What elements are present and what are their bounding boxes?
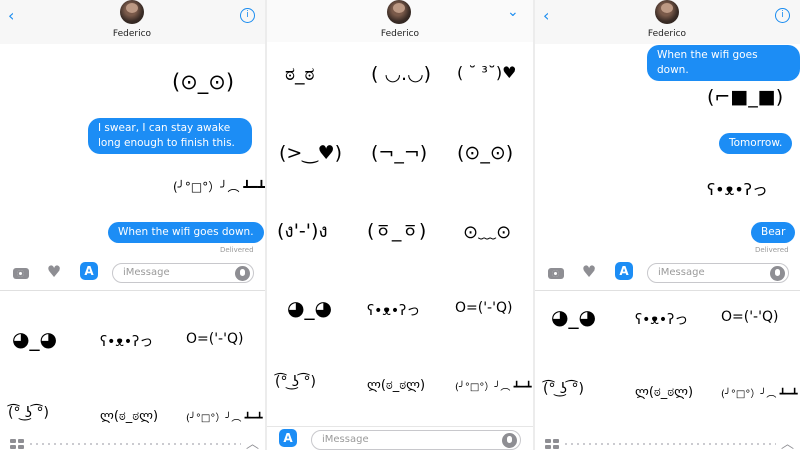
chevron-up-icon[interactable]: ︿ bbox=[246, 433, 259, 450]
avatar[interactable] bbox=[387, 0, 411, 24]
chevron-left-icon[interactable]: ‹ bbox=[8, 6, 14, 25]
app-store-icon[interactable]: A bbox=[80, 262, 98, 280]
kaomoji-item[interactable]: ( ˘ ³˘)♥ bbox=[457, 63, 516, 82]
avatar[interactable] bbox=[120, 0, 144, 24]
message-bubble[interactable]: When the wifi goes down. bbox=[647, 45, 800, 81]
kaomoji-item[interactable]: (╯°□°）╯︵ ┻━┻ bbox=[721, 385, 798, 400]
kaomoji-item[interactable]: O=('-'Q) bbox=[186, 331, 243, 347]
heart-hand-icon[interactable]: ♥ bbox=[45, 264, 63, 280]
kaomoji-item[interactable]: ⊙﹏⊙ bbox=[463, 218, 511, 244]
kaomoji-item[interactable]: (╯°□°）╯︵ ┻━┻ bbox=[186, 409, 263, 424]
kaomoji-item[interactable]: (ㆆ_ㆆ) bbox=[367, 216, 426, 243]
page-dots bbox=[28, 443, 241, 445]
message-emote: (╯°□°）╯︵ ┻━┻ bbox=[173, 180, 265, 194]
contact-name[interactable]: Federico bbox=[360, 29, 440, 39]
kaomoji-item[interactable]: ʕ•ᴥ•ʔっ bbox=[635, 309, 688, 329]
kaomoji-item[interactable]: O=('-'Q) bbox=[455, 300, 512, 316]
message-emote: (⊙_⊙) bbox=[172, 70, 235, 94]
avatar[interactable] bbox=[655, 0, 679, 24]
conversation-header: ‹ Federico i bbox=[535, 0, 800, 44]
message-input-bar: A iMessage bbox=[267, 426, 533, 450]
chevron-left-icon[interactable]: ‹ bbox=[543, 6, 549, 25]
microphone-icon[interactable] bbox=[235, 266, 250, 281]
kaomoji-item[interactable]: (>‿♥) bbox=[279, 142, 342, 164]
app-grid-icon[interactable] bbox=[545, 439, 559, 449]
kaomoji-item[interactable]: ಠ_ಠ bbox=[285, 63, 315, 85]
message-bubble[interactable]: Tomorrow. bbox=[719, 133, 793, 154]
kaomoji-item[interactable]: (⊙_⊙) bbox=[457, 142, 513, 164]
conversation-header: ‹ Federico i bbox=[0, 0, 265, 44]
drawer-page-indicator: ︿ bbox=[0, 437, 265, 450]
kaomoji-item[interactable]: ʕ•ᴥ•ʔっ bbox=[100, 331, 153, 351]
kaomoji-item[interactable]: ლ(ಠ_ಠლ) bbox=[100, 409, 158, 424]
delivered-status: Delivered bbox=[755, 246, 789, 254]
contact-name[interactable]: Federico bbox=[92, 29, 172, 39]
app-store-icon[interactable]: A bbox=[615, 262, 633, 280]
camera-icon[interactable] bbox=[12, 265, 30, 281]
message-bubble[interactable]: When the wifi goes down. bbox=[108, 222, 264, 243]
microphone-icon[interactable] bbox=[502, 433, 517, 448]
kaomoji-drawer: ◕_◕ ʕ•ᴥ•ʔっ O=('-'Q) (͡° ͜ʖ ͡°) ლ(ಠ_ಠლ) (… bbox=[0, 290, 265, 450]
message-emote: ʕ•ᴥ•ʔっ bbox=[707, 180, 768, 199]
contact-name[interactable]: Federico bbox=[627, 29, 707, 39]
conversation-panel-3: ‹ Federico i When the wifi goes down. (⌐… bbox=[535, 0, 800, 450]
kaomoji-item[interactable]: (╯°□°）╯︵ ┻━┻ bbox=[455, 378, 532, 393]
imessage-placeholder: iMessage bbox=[123, 267, 170, 278]
kaomoji-item[interactable]: ( ◡.◡) bbox=[371, 63, 431, 85]
kaomoji-item[interactable]: ◕_◕ bbox=[12, 327, 57, 351]
kaomoji-item[interactable]: ლ(ಠ_ಠლ) bbox=[635, 385, 693, 400]
conversation-panel-2: Federico ⌄ ಠ_ಠ ( ◡.◡) ( ˘ ³˘)♥ (>‿♥) (¬_… bbox=[267, 0, 533, 450]
kaomoji-item[interactable]: ʕ•ᴥ•ʔっ bbox=[367, 300, 420, 320]
imessage-input[interactable]: iMessage bbox=[647, 263, 789, 283]
page-dots bbox=[563, 443, 776, 445]
conversation-header: Federico ⌄ bbox=[267, 0, 533, 42]
kaomoji-item[interactable]: ◕_◕ bbox=[551, 305, 596, 329]
imessage-input[interactable]: iMessage bbox=[311, 430, 521, 450]
app-grid-icon[interactable] bbox=[10, 439, 24, 449]
kaomoji-item[interactable]: (¬_¬) bbox=[371, 142, 427, 164]
conversation-panel-1: ‹ Federico i (⊙_⊙) I swear, I can stay a… bbox=[0, 0, 265, 450]
kaomoji-item[interactable]: (͡° ͜ʖ ͡°) bbox=[275, 374, 316, 390]
camera-icon[interactable] bbox=[547, 265, 565, 281]
message-input-bar: ♥ A iMessage bbox=[0, 258, 265, 288]
message-bubble[interactable]: Bear bbox=[751, 222, 796, 243]
message-input-bar: ♥ A iMessage bbox=[535, 258, 800, 288]
imessage-placeholder: iMessage bbox=[658, 267, 705, 278]
info-icon[interactable]: i bbox=[240, 8, 255, 23]
imessage-placeholder: iMessage bbox=[322, 434, 369, 445]
message-emote: (⌐■_■) bbox=[707, 86, 784, 108]
imessage-input[interactable]: iMessage bbox=[112, 263, 254, 283]
chevron-down-icon[interactable]: ⌄ bbox=[507, 4, 519, 20]
kaomoji-item[interactable]: ◕_◕ bbox=[287, 296, 332, 320]
kaomoji-item[interactable]: (͡° ͜ʖ ͡°) bbox=[8, 405, 49, 421]
kaomoji-item[interactable]: (ง'-')ง bbox=[277, 216, 328, 246]
info-icon[interactable]: i bbox=[775, 8, 790, 23]
delivered-status: Delivered bbox=[220, 246, 254, 254]
app-store-icon[interactable]: A bbox=[279, 429, 297, 447]
heart-hand-icon[interactable]: ♥ bbox=[580, 264, 598, 280]
kaomoji-item[interactable]: ლ(ಠ_ಠლ) bbox=[367, 378, 425, 393]
message-bubble[interactable]: I swear, I can stay awake long enough to… bbox=[88, 118, 252, 154]
microphone-icon[interactable] bbox=[770, 266, 785, 281]
kaomoji-item[interactable]: (͡° ͜ʖ ͡°) bbox=[543, 381, 584, 397]
kaomoji-drawer: ◕_◕ ʕ•ᴥ•ʔっ O=('-'Q) (͡° ͜ʖ ͡°) ლ(ಠ_ಠლ) (… bbox=[535, 290, 800, 450]
drawer-page-indicator: ︿ bbox=[535, 437, 800, 450]
chevron-up-icon[interactable]: ︿ bbox=[781, 433, 794, 450]
kaomoji-item[interactable]: O=('-'Q) bbox=[721, 309, 778, 325]
